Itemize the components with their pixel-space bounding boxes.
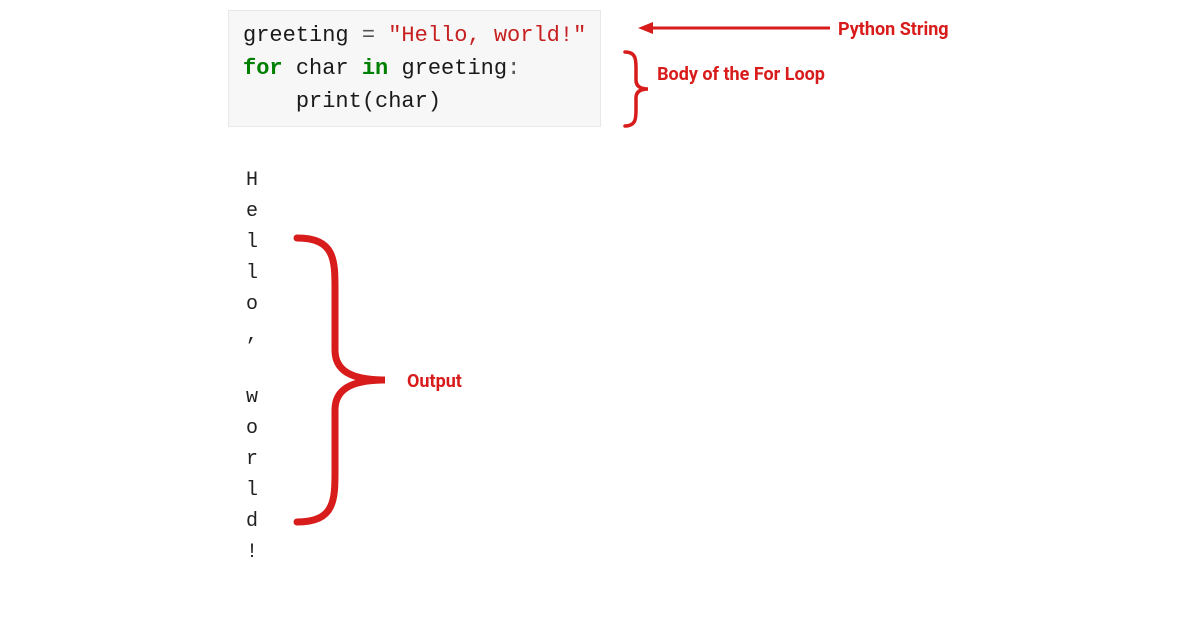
token-keyword: for	[243, 56, 283, 81]
annotation-python-string: Python String	[838, 19, 949, 41]
token-keyword: in	[362, 56, 388, 81]
code-line-3: print(char)	[243, 89, 441, 114]
token-variable: greeting	[401, 56, 507, 81]
token-function: print	[296, 89, 362, 114]
code-line-1: greeting = "Hello, world!"	[243, 23, 586, 48]
arrow-icon	[635, 15, 835, 45]
token-variable: greeting	[243, 23, 349, 48]
token-variable: char	[296, 56, 349, 81]
annotation-body: Body of the For Loop	[656, 64, 826, 86]
code-block: greeting = "Hello, world!" for char in g…	[228, 10, 601, 127]
brace-icon	[620, 50, 655, 128]
token-colon: :	[507, 56, 520, 81]
token-operator: =	[349, 23, 389, 48]
token-argument: char	[375, 89, 428, 114]
brace-icon	[285, 230, 400, 530]
annotation-output: Output	[407, 371, 462, 393]
token-string: "Hello, world!"	[388, 23, 586, 48]
code-line-2: for char in greeting:	[243, 56, 520, 81]
output-block: H e l l o , w o r l d !	[246, 165, 258, 568]
